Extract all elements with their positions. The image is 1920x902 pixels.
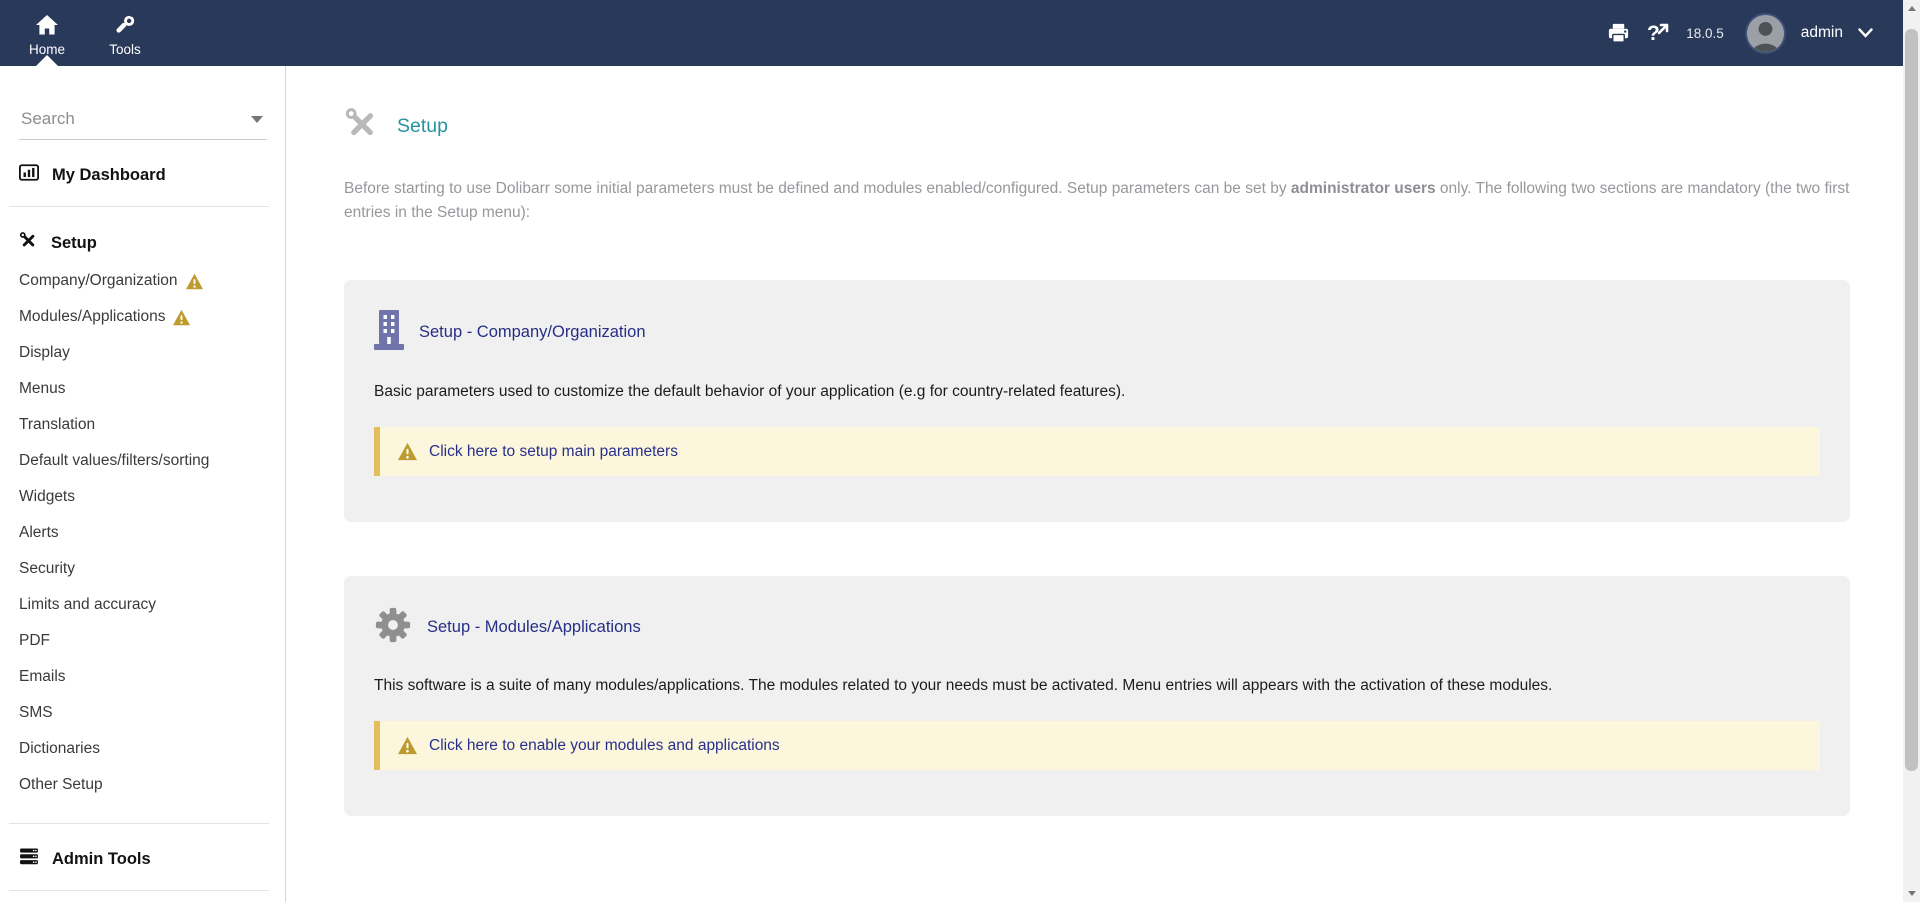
- sidebar-item-label: Emails: [19, 667, 66, 687]
- card-header: Setup - Modules/Applications: [374, 606, 1820, 649]
- setup-main-parameters-link[interactable]: Click here to setup main parameters: [429, 443, 678, 461]
- sidebar-item-emails[interactable]: Emails: [0, 659, 285, 695]
- main-menu: Home Tools: [8, 0, 164, 66]
- enable-modules-link[interactable]: Click here to enable your modules and ap…: [429, 737, 780, 755]
- sidebar-item-sms[interactable]: SMS: [0, 695, 285, 731]
- intro-text: Before starting to use Dolibarr some ini…: [344, 180, 1291, 197]
- page-title-row: Setup: [344, 106, 1850, 147]
- wrench-icon: [114, 13, 136, 37]
- search-box: [19, 108, 267, 140]
- sidebar-section-admin-tools[interactable]: Admin Tools: [19, 848, 285, 870]
- scrollbar-up-arrow[interactable]: [1903, 0, 1920, 17]
- sidebar-item-translation[interactable]: Translation: [0, 407, 285, 443]
- print-icon[interactable]: [1607, 22, 1630, 45]
- sidebar-section-setup[interactable]: Setup: [19, 231, 285, 255]
- topbar-right-tools: ? 18.0.5 admin: [1607, 0, 1873, 66]
- sidebar-item-display[interactable]: Display: [0, 335, 285, 371]
- sidebar-divider: [9, 823, 269, 824]
- home-icon: [35, 13, 59, 37]
- intro-paragraph: Before starting to use Dolibarr some ini…: [344, 177, 1850, 224]
- sidebar-item-alerts[interactable]: Alerts: [0, 515, 285, 551]
- warning-strip: Click here to setup main parameters: [374, 427, 1820, 476]
- sidebar-item-label: Menus: [19, 379, 66, 399]
- sidebar-section-label: My Dashboard: [52, 166, 166, 185]
- search-dropdown-caret-icon[interactable]: [251, 116, 263, 123]
- sidebar-section-label: Setup: [51, 234, 97, 253]
- active-menu-arrow: [36, 55, 58, 66]
- warning-icon: [172, 309, 191, 326]
- card-title-link[interactable]: Setup - Company/Organization: [419, 323, 646, 342]
- sidebar-item-label: Company/Organization: [19, 271, 178, 291]
- warning-icon: [185, 273, 204, 290]
- scrollbar-thumb[interactable]: [1905, 29, 1918, 771]
- sidebar-item-widgets[interactable]: Widgets: [0, 479, 285, 515]
- sidebar-item-label: SMS: [19, 703, 53, 723]
- sidebar-item-menus[interactable]: Menus: [0, 371, 285, 407]
- card-company-organization: Setup - Company/Organization Basic param…: [344, 280, 1850, 522]
- sidebar-item-security[interactable]: Security: [0, 551, 285, 587]
- sidebar-item-label: Dictionaries: [19, 739, 100, 759]
- warning-icon: [397, 736, 418, 755]
- scrollbar-down-arrow[interactable]: [1903, 885, 1920, 902]
- sidebar-item-label: Limits and accuracy: [19, 595, 156, 615]
- card-header: Setup - Company/Organization: [374, 310, 1820, 355]
- sidebar-section-my-dashboard[interactable]: My Dashboard: [19, 164, 285, 186]
- bar-chart-icon: [19, 164, 39, 186]
- sidebar: My Dashboard Setup Company/Organization …: [0, 66, 286, 902]
- card-body-text: Basic parameters used to customize the d…: [374, 380, 1820, 403]
- card-title-link[interactable]: Setup - Modules/Applications: [427, 618, 641, 637]
- page-title: Setup: [397, 115, 448, 138]
- sidebar-item-default-values[interactable]: Default values/filters/sorting: [0, 443, 285, 479]
- user-chevron-down-icon[interactable]: [1858, 28, 1873, 38]
- menu-item-tools-label: Tools: [109, 42, 141, 57]
- menu-item-tools[interactable]: Tools: [86, 0, 164, 66]
- tools-gray-icon: [344, 106, 380, 147]
- warning-icon: [397, 442, 418, 461]
- server-icon: [19, 848, 39, 870]
- username-label[interactable]: admin: [1801, 24, 1843, 42]
- sidebar-item-pdf[interactable]: PDF: [0, 623, 285, 659]
- sidebar-item-label: Security: [19, 559, 75, 579]
- warning-strip: Click here to enable your modules and ap…: [374, 721, 1820, 770]
- sidebar-divider: [9, 206, 269, 207]
- setup-menu-list: Company/Organization Modules/Application…: [0, 263, 285, 803]
- sidebar-item-company-organization[interactable]: Company/Organization: [0, 263, 285, 299]
- card-modules-applications: Setup - Modules/Applications This softwa…: [344, 576, 1850, 816]
- sidebar-item-label: Translation: [19, 415, 95, 435]
- sidebar-section-label: Admin Tools: [52, 850, 151, 869]
- sidebar-item-other-setup[interactable]: Other Setup: [0, 767, 285, 803]
- sidebar-item-label: Display: [19, 343, 70, 363]
- sidebar-item-label: Default values/filters/sorting: [19, 451, 209, 471]
- gear-icon: [374, 606, 412, 649]
- building-icon: [374, 310, 404, 355]
- sidebar-item-label: Modules/Applications: [19, 307, 165, 327]
- sidebar-divider: [9, 890, 269, 891]
- sidebar-item-label: Other Setup: [19, 775, 103, 795]
- help-icon[interactable]: ?: [1645, 21, 1671, 45]
- sidebar-item-limits-accuracy[interactable]: Limits and accuracy: [0, 587, 285, 623]
- sidebar-item-modules-applications[interactable]: Modules/Applications: [0, 299, 285, 335]
- sidebar-item-label: PDF: [19, 631, 50, 651]
- version-label: 18.0.5: [1686, 26, 1724, 41]
- sidebar-item-label: Alerts: [19, 523, 59, 543]
- top-navbar: Home Tools: [0, 0, 1903, 66]
- main-content: Setup Before starting to use Dolibarr so…: [287, 66, 1903, 902]
- search-input[interactable]: [19, 108, 251, 130]
- avatar[interactable]: [1745, 13, 1786, 54]
- sidebar-item-dictionaries[interactable]: Dictionaries: [0, 731, 285, 767]
- tools-icon: [19, 231, 38, 255]
- page-scrollbar[interactable]: [1903, 0, 1920, 902]
- card-body-text: This software is a suite of many modules…: [374, 674, 1820, 697]
- intro-bold-text: administrator users: [1291, 180, 1436, 197]
- sidebar-item-label: Widgets: [19, 487, 75, 507]
